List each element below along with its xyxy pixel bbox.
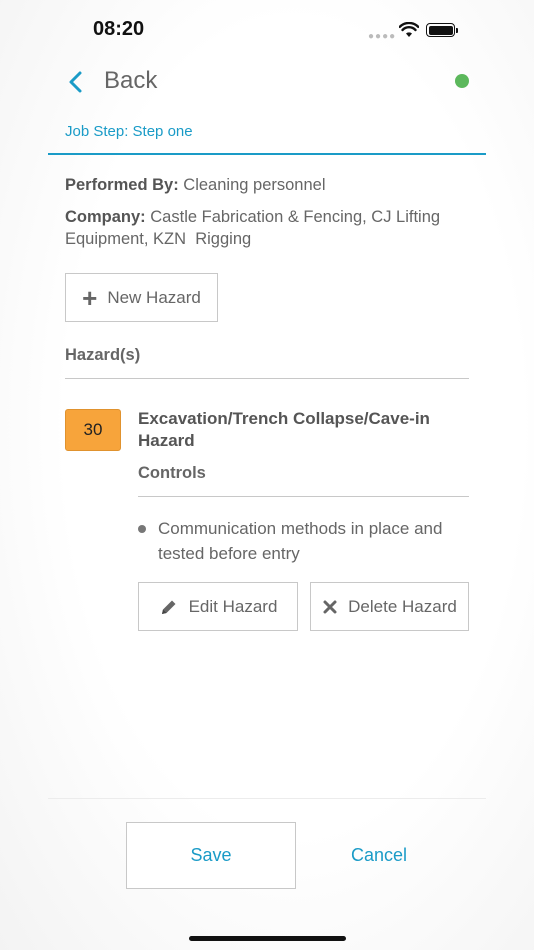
new-hazard-label: New Hazard: [107, 287, 201, 307]
cancel-button[interactable]: Cancel: [351, 845, 407, 866]
chevron-left-icon[interactable]: [66, 70, 86, 94]
company: Company: Castle Fabrication & Fencing, C…: [65, 206, 465, 250]
edit-hazard-label: Edit Hazard: [188, 596, 278, 616]
job-step-label: Job Step: Step one: [65, 123, 193, 140]
status-icons: ●●●●: [368, 20, 460, 42]
plus-icon: +: [82, 282, 98, 313]
risk-score-badge: 30: [65, 409, 121, 451]
job-step-underline: [48, 153, 486, 155]
hazard-title: Excavation/Trench Collapse/Cave-in Hazar…: [138, 409, 430, 450]
company-label: Company:: [65, 208, 146, 226]
home-indicator[interactable]: [189, 936, 346, 941]
delete-hazard-label: Delete Hazard: [348, 596, 457, 616]
control-list-item: Communication methods in place and teste…: [138, 516, 468, 566]
hazards-divider: [65, 378, 469, 379]
app-screen: 08:20 ●●●● Back Job Step: Step one Perfo…: [0, 0, 534, 950]
wifi-icon: [399, 22, 419, 37]
controls-heading: Controls: [138, 464, 206, 482]
control-text: Communication methods in place and teste…: [158, 519, 443, 563]
delete-hazard-button[interactable]: Delete Hazard: [310, 582, 469, 631]
save-button[interactable]: Save: [126, 822, 296, 889]
new-hazard-button[interactable]: + New Hazard: [65, 273, 218, 322]
performed-by-value: Cleaning personnel: [183, 176, 326, 194]
pencil-icon: [159, 597, 179, 617]
performed-by-label: Performed By:: [65, 176, 179, 194]
online-status-dot: [455, 74, 469, 88]
footer-divider: [48, 798, 486, 799]
edit-hazard-button[interactable]: Edit Hazard: [138, 582, 298, 631]
hazards-heading: Hazard(s): [65, 346, 141, 364]
performed-by: Performed By: Cleaning personnel: [65, 174, 465, 196]
battery-tip: [456, 28, 458, 33]
bullet-icon: [138, 525, 146, 533]
battery-icon: [426, 23, 455, 37]
signal-dots-icon: ●●●●: [368, 31, 397, 42]
status-time: 08:20: [93, 18, 145, 40]
controls-divider: [138, 496, 469, 497]
back-button[interactable]: Back: [104, 67, 157, 95]
x-icon: [322, 599, 338, 615]
